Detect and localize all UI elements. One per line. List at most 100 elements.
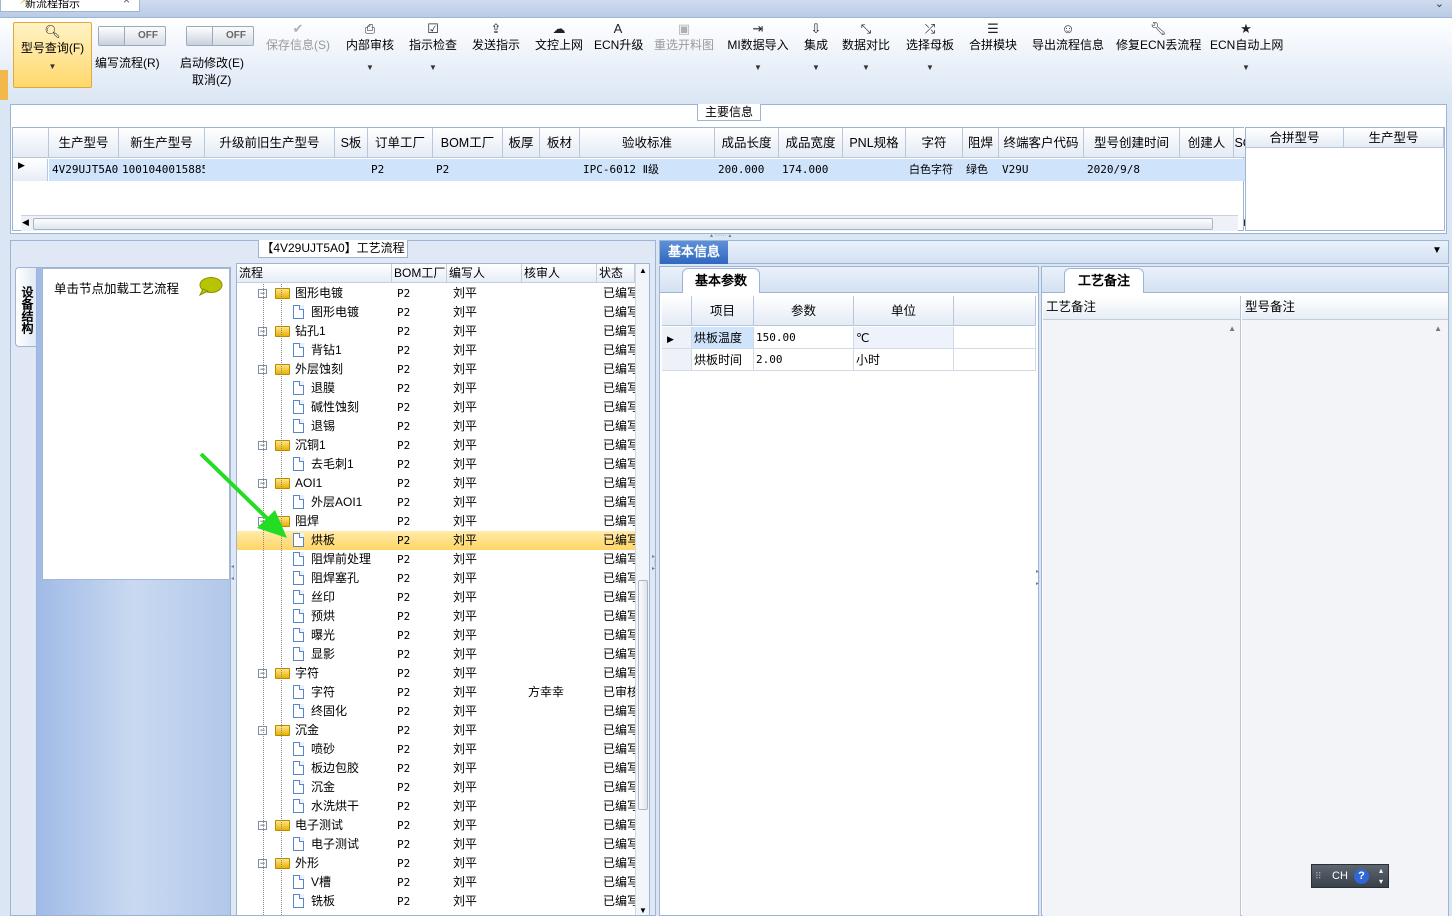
table-cell[interactable]: 白色字符	[906, 159, 963, 181]
ecn-upgrade-button[interactable]: A ECN升级	[594, 20, 643, 100]
query-model-button[interactable]: 🔍︎ 型号查询(F) ▼	[13, 22, 92, 88]
select-mother-board-button[interactable]: ⤮ 选择母板 ▼	[903, 20, 957, 100]
column-header-unit[interactable]: 单位	[854, 296, 954, 326]
column-header[interactable]: 字符	[906, 128, 963, 158]
row-indicator[interactable]: ▶	[13, 159, 48, 181]
tree-node-row[interactable]: 沉金 P2 刘平 已编写	[237, 778, 635, 797]
start-modify-toggle[interactable]: OFF	[186, 26, 254, 46]
column-header[interactable]: 板厚	[503, 128, 540, 158]
help-icon[interactable]: ?	[1354, 869, 1369, 884]
tree-node-row[interactable]: 丝印 P2 刘平 已编写	[237, 588, 635, 607]
column-header-bom[interactable]: BOM工厂	[392, 264, 447, 283]
splitter-grip[interactable]: ▸ ⋮ ⋮ ▸	[652, 554, 658, 572]
merge-model-header[interactable]: 合拼型号	[1246, 128, 1344, 148]
ecn-auto-upload-button[interactable]: ★ ECN自动上网 ▼	[1210, 20, 1283, 100]
tree-group-row[interactable]: −图形电镀P2刘平已编写	[237, 284, 635, 303]
table-cell[interactable]	[503, 159, 540, 181]
column-header-flow[interactable]: 流程	[237, 264, 392, 283]
instruction-check-button[interactable]: ☑ 指示检查 ▼	[405, 20, 461, 100]
splitter-grip[interactable]: ◂ ⋮ ⋮ ◂	[231, 564, 237, 582]
tree-group-row[interactable]: −沉铜1P2刘平已编写	[237, 436, 635, 455]
equipment-structure-tab[interactable]: 设备结构	[15, 267, 37, 347]
table-cell[interactable]	[335, 159, 368, 181]
repair-ecn-button[interactable]: 🔧︎ 修复ECN丢流程	[1116, 20, 1201, 100]
basic-params-tab[interactable]: 基本参数	[682, 268, 760, 293]
table-cell[interactable]: 10010400158858	[119, 159, 205, 181]
tree-vertical-scrollbar[interactable]: ▲ ▼	[635, 264, 649, 915]
tree-node-row[interactable]: 烘板 P2 刘平 已编写	[237, 531, 635, 550]
column-header[interactable]: 新生产型号	[119, 128, 205, 158]
window-chevron-down-icon[interactable]: ⌄	[1435, 0, 1444, 10]
splitter-grip[interactable]: ▸ ⋮ ⋮ ▸	[1036, 569, 1042, 587]
column-header[interactable]: S板	[335, 128, 368, 158]
tree-node-row[interactable]: 外层AOI1 P2 刘平 已编写	[237, 493, 635, 512]
scroll-left-icon[interactable]: ◀	[22, 217, 29, 228]
table-cell[interactable]: 200.000	[715, 159, 779, 181]
chevron-down-icon[interactable]: ▼	[1432, 245, 1442, 256]
edit-flow-toggle[interactable]: OFF	[98, 26, 166, 46]
grip-icon[interactable]: ⠿	[1315, 865, 1322, 887]
mi-import-button[interactable]: ⇥ MI数据导入 ▼	[726, 20, 790, 100]
column-header-item[interactable]: 项目	[692, 296, 754, 326]
column-header[interactable]: 成品宽度	[779, 128, 843, 158]
param-unit-cell[interactable]: ℃	[854, 327, 954, 349]
table-cell[interactable]: 174.000	[779, 159, 843, 181]
process-notes-tab[interactable]: 工艺备注	[1064, 268, 1144, 293]
table-cell[interactable]: P2	[368, 159, 433, 181]
column-header[interactable]: 升级前旧生产型号	[205, 128, 335, 158]
tree-node-row[interactable]: 碱性蚀刻 P2 刘平 已编写	[237, 398, 635, 417]
tree-group-row[interactable]: −外层蚀刻P2刘平已编写	[237, 360, 635, 379]
param-unit-cell[interactable]: 小时	[854, 349, 954, 371]
merge-module-button[interactable]: ☰ 合拼模块	[966, 20, 1020, 100]
tree-group-row[interactable]: −阻焊P2刘平已编写	[237, 512, 635, 531]
tree-node-row[interactable]: 退锡 P2 刘平 已编写	[237, 417, 635, 436]
param-item-cell[interactable]: 烘板时间	[692, 349, 754, 371]
export-flow-button[interactable]: ☺ 导出流程信息	[1029, 20, 1107, 100]
close-tab-icon[interactable]: ×	[123, 0, 130, 6]
tree-node-row[interactable]: V槽 P2 刘平 已编写	[237, 873, 635, 892]
doc-control-upload-button[interactable]: ☁ 文控上网	[531, 20, 587, 100]
tree-node-row[interactable]: 去毛刺1 P2 刘平 已编写	[237, 455, 635, 474]
column-header[interactable]: 终端客户代码	[999, 128, 1084, 158]
ime-language[interactable]: CH	[1332, 865, 1348, 887]
tree-node-row[interactable]: 铣板 P2 刘平 已编写	[237, 892, 635, 911]
process-notes-area[interactable]: 工艺备注 ▲	[1043, 296, 1241, 916]
column-header[interactable]: 验收标准	[580, 128, 715, 158]
column-header[interactable]: 板材	[540, 128, 580, 158]
tree-node-row[interactable]: 终固化 P2 刘平 已编写	[237, 702, 635, 721]
tree-node-row[interactable]: 预烘 P2 刘平 已编写	[237, 607, 635, 626]
scroll-up-icon[interactable]: ▲	[639, 266, 647, 275]
row-indicator[interactable]	[662, 349, 692, 371]
tree-node-row[interactable]: 曝光 P2 刘平 已编写	[237, 626, 635, 645]
tree-node-row[interactable]: 电子测试 P2 刘平 已编写	[237, 835, 635, 854]
tree-node-row[interactable]: 阻焊塞孔 P2 刘平 已编写	[237, 569, 635, 588]
merge-production-model-header[interactable]: 生产型号	[1344, 128, 1444, 148]
param-value-cell[interactable]: 2.00	[754, 349, 854, 371]
reselect-cutting-button[interactable]: ▣ 重选开料图	[650, 20, 718, 100]
tree-node-row[interactable]: 喷砂 P2 刘平 已编写	[237, 740, 635, 759]
tree-group-row[interactable]: −电子测试P2刘平已编写	[237, 816, 635, 835]
table-cell[interactable]	[1180, 159, 1234, 181]
column-header[interactable]: 生产型号	[49, 128, 119, 158]
column-header-reviewer[interactable]: 核审人	[522, 264, 597, 283]
scrollbar-thumb[interactable]	[638, 580, 648, 810]
column-header[interactable]: 成品长度	[715, 128, 779, 158]
tree-node-row[interactable]: 板边包胶 P2 刘平 已编写	[237, 759, 635, 778]
tree-node-row[interactable]: 背钻1 P2 刘平 已编写	[237, 341, 635, 360]
column-header[interactable]: PNL规格	[843, 128, 906, 158]
data-compare-button[interactable]: ⤡ 数据对比 ▼	[840, 20, 892, 100]
param-item-cell[interactable]: 烘板温度	[692, 327, 754, 349]
tree-node-row[interactable]: 退膜 P2 刘平 已编写	[237, 379, 635, 398]
scroll-up-icon[interactable]: ▲	[1434, 324, 1442, 333]
scroll-up-icon[interactable]: ▲	[1228, 324, 1236, 333]
integrate-button[interactable]: ⇩ 集成 ▼	[798, 20, 834, 100]
scrollbar-thumb[interactable]	[33, 218, 1213, 230]
table-cell[interactable]: 绿色	[963, 159, 999, 181]
ime-menu-icon[interactable]: ▴ ▾	[1379, 865, 1383, 887]
internal-review-button[interactable]: ⎙ 内部审核 ▼	[342, 20, 398, 100]
column-header[interactable]: BOM工厂	[433, 128, 503, 158]
send-instruction-button[interactable]: ⇪ 发送指示	[468, 20, 524, 100]
basic-info-tab[interactable]: 基本信息	[660, 241, 728, 264]
tree-node-row[interactable]: 阻焊前处理 P2 刘平 已编写	[237, 550, 635, 569]
model-notes-area[interactable]: 型号备注 ▲	[1242, 296, 1448, 916]
